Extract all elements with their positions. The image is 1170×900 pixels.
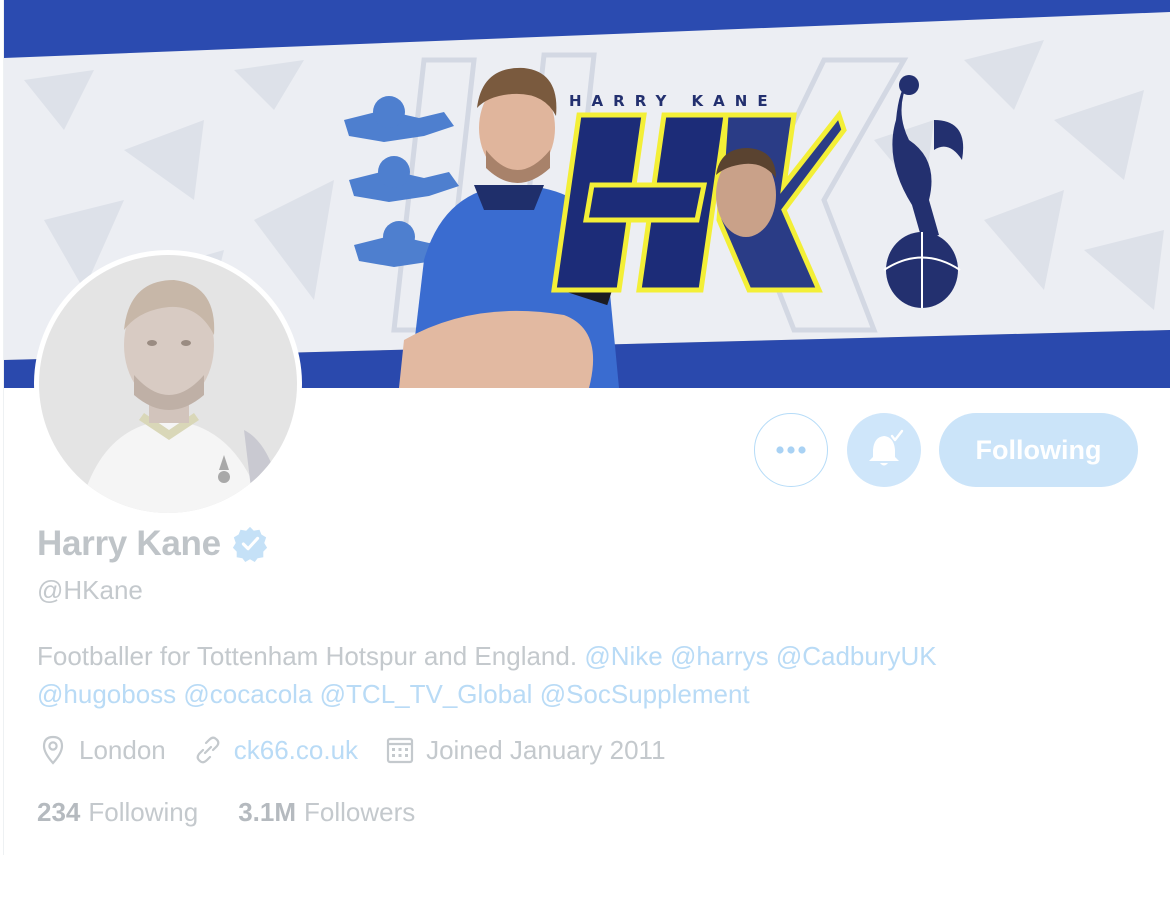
calendar-icon	[386, 737, 414, 764]
bio-text: Footballer for Tottenham Hotspur and Eng…	[37, 641, 578, 671]
display-name: Harry Kane	[37, 524, 221, 563]
avatar-photo	[39, 255, 297, 513]
link-icon	[196, 736, 220, 764]
followers-count: 3.1M	[238, 797, 297, 827]
profile-bio: Footballer for Tottenham Hotspur and Eng…	[37, 637, 1147, 713]
joined-item: Joined January 2011	[384, 734, 666, 766]
following-label: Following	[88, 797, 199, 827]
profile-meta: London ck66.co.uk Joined January 2011	[37, 734, 692, 766]
bio-mention[interactable]: @TCL_TV_Global	[320, 679, 533, 709]
followers-stat[interactable]: 3.1M Followers	[238, 797, 415, 828]
following-button[interactable]: Following	[939, 413, 1138, 487]
verified-badge-icon	[232, 526, 267, 563]
location-item: London	[37, 734, 166, 766]
following-count: 234	[37, 797, 81, 827]
user-handle: @HKane	[37, 575, 143, 605]
location-text: London	[79, 734, 166, 765]
banner-name-text: HARRY KANE	[569, 92, 778, 110]
bio-mention[interactable]: @cocacola	[183, 679, 312, 709]
notifications-button[interactable]	[847, 413, 921, 487]
profile-avatar[interactable]	[34, 250, 302, 518]
name-row: Harry Kane	[37, 524, 269, 564]
bio-mention[interactable]: @CadburyUK	[776, 641, 937, 671]
bio-mention[interactable]: @Nike	[584, 641, 662, 671]
follow-stats: 234 Following 3.1M Followers	[37, 797, 455, 828]
joined-date: Joined January 2011	[426, 734, 666, 765]
website-item: ck66.co.uk	[192, 734, 358, 766]
bio-mention[interactable]: @harrys	[670, 641, 769, 671]
following-stat[interactable]: 234 Following	[37, 797, 198, 828]
bio-mention[interactable]: @SocSupplement	[540, 679, 750, 709]
ellipsis-icon	[776, 446, 806, 454]
bio-mention[interactable]: @hugoboss	[37, 679, 176, 709]
website-link[interactable]: ck66.co.uk	[234, 735, 358, 766]
followers-label: Followers	[304, 797, 416, 827]
more-options-button[interactable]	[754, 413, 828, 487]
location-pin-icon	[42, 735, 64, 765]
bell-check-icon	[869, 429, 904, 466]
profile-card: HARRY KANE Following Harry Kane @HKane F…	[3, 0, 1170, 855]
